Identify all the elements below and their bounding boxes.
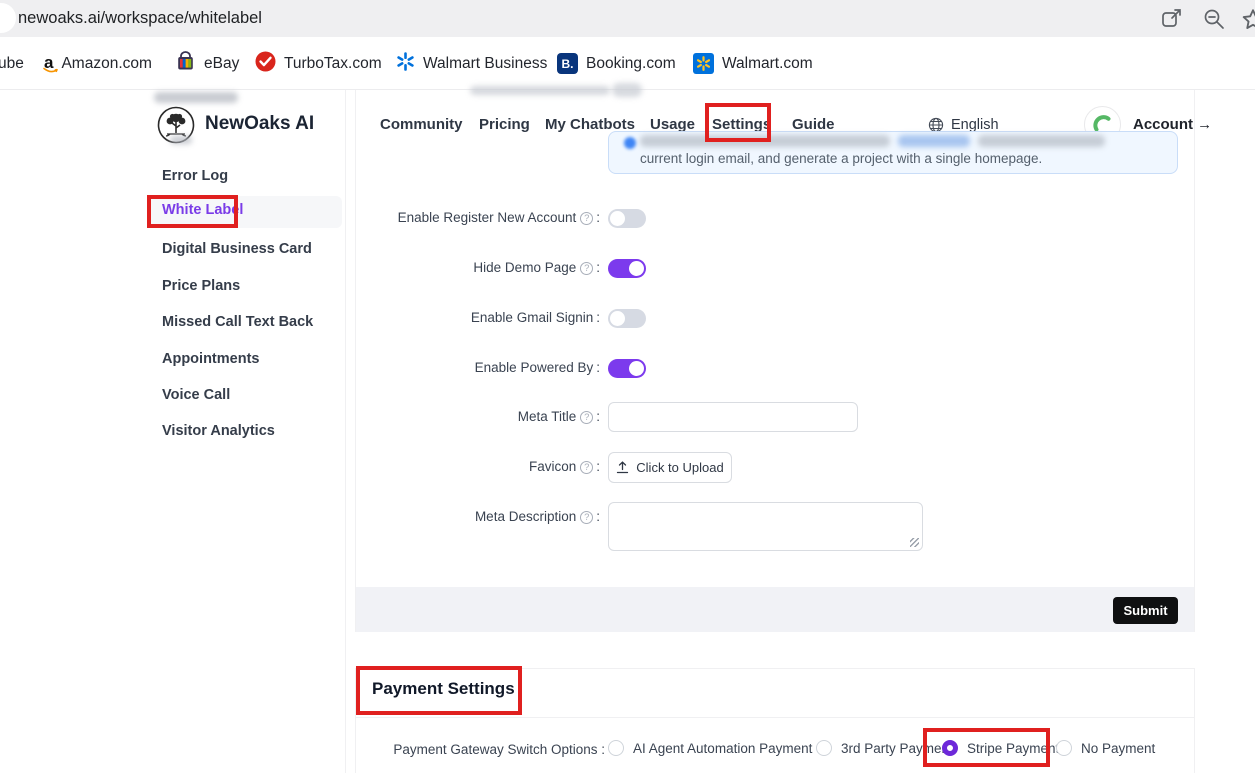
radio-circle[interactable] [1056, 740, 1072, 756]
radio-label: AI Agent Automation Payment [633, 741, 812, 756]
upload-button-label: Click to Upload [636, 460, 723, 475]
info-icon [624, 137, 636, 149]
meta-description-textarea[interactable] [608, 502, 923, 551]
radio-circle[interactable] [608, 740, 624, 756]
redacted-text [470, 86, 610, 95]
bookmark-label: Walmart.com [722, 55, 813, 73]
meta-title-input[interactable] [608, 402, 858, 432]
resize-handle[interactable] [910, 538, 919, 547]
redacted-toggle [612, 83, 642, 97]
toggle-knob [610, 311, 625, 326]
bookmark-label: ube [0, 55, 24, 73]
bookmark-walmart-business[interactable]: Walmart Business [396, 37, 547, 90]
redacted-text [170, 136, 192, 144]
favicon-upload-button[interactable]: Click to Upload [608, 452, 732, 483]
radio-3rd-party-payment[interactable]: 3rd Party Payment [816, 740, 953, 756]
field-label-powered-by: Enable Powered By: [280, 358, 600, 378]
help-icon[interactable]: ? [580, 411, 593, 424]
redacted-text [154, 92, 238, 103]
sidebar-item-price-plans[interactable]: Price Plans [162, 276, 240, 296]
radio-label: Stripe Payment [967, 741, 1059, 756]
bookmark-turbotax[interactable]: TurboTax.com [255, 37, 382, 90]
toggle-hide-demo-page[interactable] [608, 259, 646, 278]
bookmark-label: Amazon.com [61, 55, 151, 73]
zoom-out-icon[interactable] [1202, 7, 1226, 31]
banner-text: current login email, and generate a proj… [640, 151, 1042, 166]
toggle-enable-register[interactable] [608, 209, 646, 228]
radio-label: No Payment [1081, 741, 1155, 756]
sidebar-item-digital-business-card[interactable]: Digital Business Card [162, 239, 312, 259]
nav-community[interactable]: Community [380, 114, 463, 136]
field-label-hide-demo-page: Hide Demo Page?: [280, 258, 600, 278]
bookmark-amazon[interactable]: a Amazon.com [44, 37, 152, 90]
radio-stripe-payment[interactable]: Stripe Payment [942, 740, 1059, 756]
submit-button[interactable]: Submit [1113, 597, 1178, 624]
toggle-knob [629, 361, 644, 376]
payment-card-right-border [1194, 668, 1195, 773]
radio-label: 3rd Party Payment [841, 741, 953, 756]
toggle-powered-by[interactable] [608, 359, 646, 378]
payment-gateway-options-label: Payment Gateway Switch Options : [285, 742, 605, 757]
payment-card-left-border [355, 668, 356, 773]
sidebar-item-voice-call[interactable]: Voice Call [162, 385, 230, 405]
field-label-favicon: Favicon?: [280, 457, 600, 477]
turbotax-check-icon [255, 51, 276, 77]
payment-card-top-border [355, 668, 1195, 669]
share-icon[interactable] [1160, 7, 1184, 31]
toggle-knob [629, 261, 644, 276]
help-icon[interactable]: ? [580, 511, 593, 524]
field-label-gmail-signin: Enable Gmail Signin: [280, 308, 600, 328]
sidebar-item-error-log[interactable]: Error Log [162, 166, 228, 186]
help-icon[interactable]: ? [580, 461, 593, 474]
bookmark-booking[interactable]: B. Booking.com [557, 37, 676, 90]
radio-circle[interactable] [816, 740, 832, 756]
field-label-meta-description: Meta Description?: [280, 507, 600, 527]
bookmark-label: eBay [204, 55, 239, 73]
radio-circle[interactable] [942, 740, 958, 756]
sidebar-item-visitor-analytics[interactable]: Visitor Analytics [162, 421, 275, 441]
ebay-bag-icon [175, 51, 196, 77]
walmart-spark-icon [396, 52, 415, 76]
upload-icon [616, 461, 629, 474]
walmart-icon [693, 53, 714, 74]
booking-icon: B. [557, 53, 578, 74]
payment-settings-title: Payment Settings [372, 679, 515, 699]
field-label-enable-register: Enable Register New Account?: [280, 208, 600, 228]
bookmark-youtube-partial[interactable]: ube [0, 37, 24, 90]
field-label-meta-title: Meta Title?: [280, 407, 600, 427]
radio-ai-agent-automation-payment[interactable]: AI Agent Automation Payment [608, 740, 812, 756]
sidebar-item-appointments[interactable]: Appointments [162, 349, 259, 369]
nav-pricing[interactable]: Pricing [479, 114, 530, 136]
bookmark-label: Booking.com [586, 55, 676, 73]
radio-no-payment[interactable]: No Payment [1056, 740, 1155, 756]
redacted-link [898, 135, 970, 147]
address-input-pill[interactable] [0, 3, 16, 33]
payment-header-divider [356, 717, 1194, 718]
help-icon[interactable]: ? [580, 262, 593, 275]
redacted-text [978, 135, 1105, 147]
favorite-star-icon[interactable] [1240, 7, 1255, 31]
sidebar-divider [345, 90, 346, 773]
brand-name: NewOaks AI [205, 113, 314, 135]
toggle-knob [610, 211, 625, 226]
browser-window: newoaks.ai/workspace/whitelabel ube a [0, 0, 1255, 773]
redacted-text [640, 135, 890, 147]
bookmark-label: TurboTax.com [284, 55, 382, 73]
amazon-icon: a [44, 55, 53, 73]
address-url[interactable]: newoaks.ai/workspace/whitelabel [18, 0, 262, 37]
bookmark-walmart[interactable]: Walmart.com [693, 37, 813, 90]
bookmark-ebay[interactable]: eBay [175, 37, 239, 90]
browser-address-bar: newoaks.ai/workspace/whitelabel [0, 0, 1255, 37]
help-icon[interactable]: ? [580, 212, 593, 225]
form-footer [356, 587, 1194, 632]
toggle-gmail-signin[interactable] [608, 309, 646, 328]
card-right-border [1194, 90, 1195, 632]
sidebar-item-label: White Label [162, 202, 243, 218]
bookmark-label: Walmart Business [423, 55, 547, 73]
